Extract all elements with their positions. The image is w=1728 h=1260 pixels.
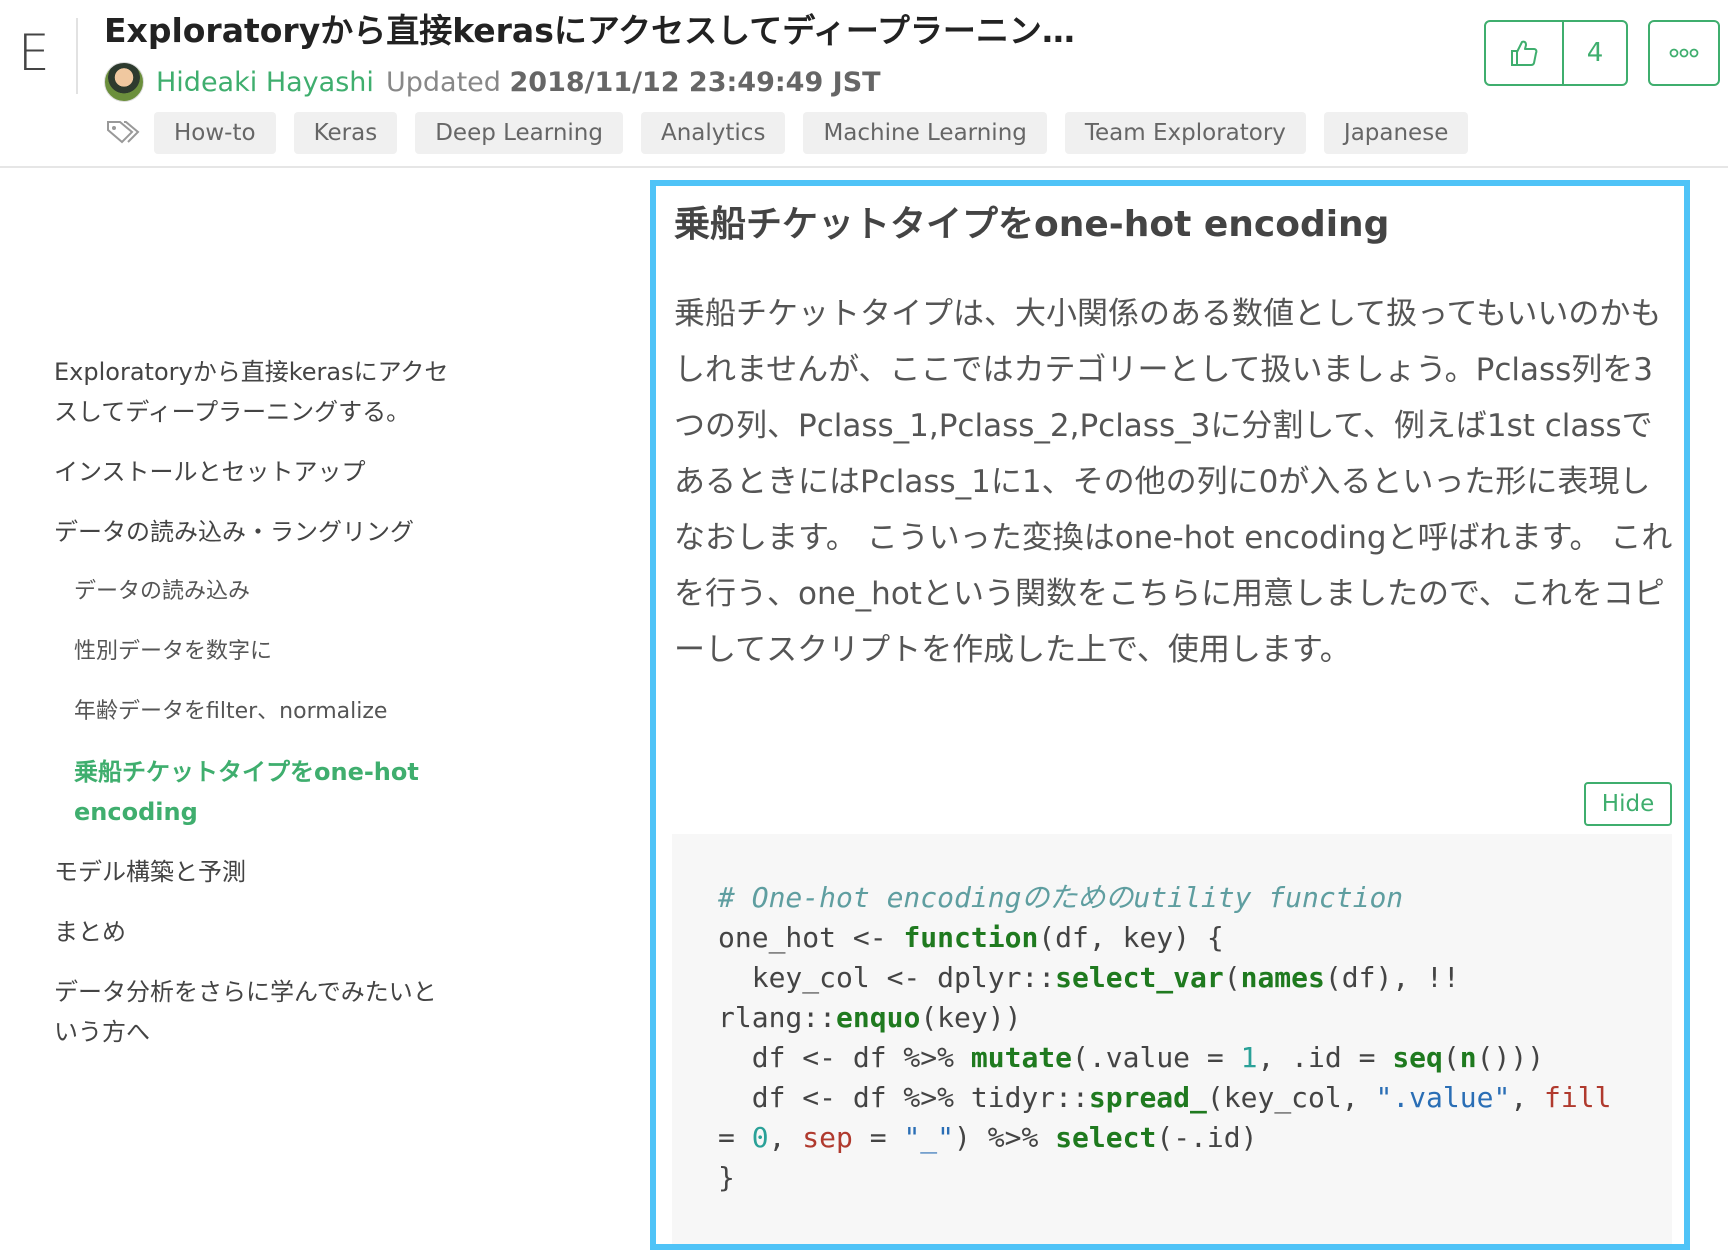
toc-item-model[interactable]: モデル構築と予測 bbox=[54, 852, 454, 892]
code-line: df <- df %>% tidyr::spread_(key_col, ".v… bbox=[718, 1081, 1612, 1114]
code-line: df <- df %>% mutate(.value = 1, .id = se… bbox=[718, 1041, 1545, 1074]
code-line: } bbox=[718, 1161, 735, 1194]
code-line: rlang::enquo(key)) bbox=[718, 1001, 1022, 1034]
highlighted-section: 乗船チケットタイプをone-hot encoding 乗船チケットタイプは、大小… bbox=[650, 180, 1690, 1250]
updated-value: 2018/11/12 23:49:49 JST bbox=[509, 67, 881, 98]
toc-item-gender[interactable]: 性別データを数字に bbox=[74, 632, 454, 672]
toc-item-intro[interactable]: Exploratoryから直接kerasにアクセスしてディープラーニングする。 bbox=[54, 352, 454, 432]
article-title: Exploratoryから直接kerasにアクセスしてディープラーニン… bbox=[104, 11, 1075, 50]
exploratory-logo[interactable]: E bbox=[18, 28, 50, 78]
toc-item-data-load[interactable]: データの読み込み bbox=[74, 572, 454, 612]
tag-deep-learning[interactable]: Deep Learning bbox=[415, 112, 623, 154]
author-name-link[interactable]: Hideaki Hayashi bbox=[156, 64, 374, 102]
tag-machine-learning[interactable]: Machine Learning bbox=[803, 112, 1047, 154]
like-count: 4 bbox=[1586, 38, 1604, 68]
tag-keras[interactable]: Keras bbox=[293, 112, 398, 154]
toc-item-age[interactable]: 年齢データをfilter、normalize bbox=[74, 692, 454, 732]
code-line: = 0, sep = "_") %>% select(-.id) bbox=[718, 1121, 1258, 1154]
updated-timestamp: Updated 2018/11/12 23:49:49 JST bbox=[386, 64, 881, 102]
code-block: # One-hot encodingのためのutility function o… bbox=[672, 834, 1672, 1244]
tag-icon bbox=[107, 121, 140, 144]
thumbs-up-icon bbox=[1511, 40, 1538, 66]
tag-list: How-to Keras Deep Learning Analytics Mac… bbox=[154, 112, 1469, 154]
tag-how-to[interactable]: How-to bbox=[154, 112, 276, 154]
toc-item-data-wrangling[interactable]: データの読み込み・ラングリング bbox=[54, 512, 454, 552]
like-group: 4 bbox=[1484, 20, 1628, 86]
toc-item-summary[interactable]: まとめ bbox=[54, 912, 454, 952]
toc-item-install[interactable]: インストールとセットアップ bbox=[54, 452, 454, 492]
tag-japanese[interactable]: Japanese bbox=[1323, 112, 1469, 154]
more-options-button[interactable] bbox=[1648, 20, 1720, 86]
like-button[interactable] bbox=[1486, 22, 1564, 84]
code-line: key_col <- dplyr::select_var(names(df), … bbox=[718, 961, 1460, 994]
section-body: 乗船チケットタイプは、大小関係のある数値として扱ってもいいのかもしれませんが、こ… bbox=[674, 296, 1673, 668]
toc-item-one-hot-active[interactable]: 乗船チケットタイプをone-hot encoding bbox=[74, 752, 454, 832]
code-line: one_hot <- function(df, key) { bbox=[718, 921, 1224, 954]
hide-code-button[interactable]: Hide bbox=[1584, 782, 1672, 826]
section-title: 乗船チケットタイプをone-hot encoding bbox=[674, 204, 1390, 245]
toc-item-learn-more[interactable]: データ分析をさらに学んでみたいという方へ bbox=[54, 972, 454, 1052]
tag-analytics[interactable]: Analytics bbox=[640, 112, 786, 154]
table-of-contents: Exploratoryから直接kerasにアクセスしてディープラーニングする。 … bbox=[54, 352, 454, 1072]
article-header: E Exploratoryから直接kerasにアクセスしてディープラーニン… H… bbox=[0, 0, 1728, 168]
tag-team-exploratory[interactable]: Team Exploratory bbox=[1064, 112, 1306, 154]
more-dots-icon bbox=[1669, 48, 1699, 58]
logo-divider bbox=[76, 18, 78, 94]
author-avatar[interactable] bbox=[104, 62, 144, 102]
updated-label: Updated bbox=[386, 67, 501, 98]
code-line: # One-hot encodingのためのutility function bbox=[718, 881, 1404, 914]
